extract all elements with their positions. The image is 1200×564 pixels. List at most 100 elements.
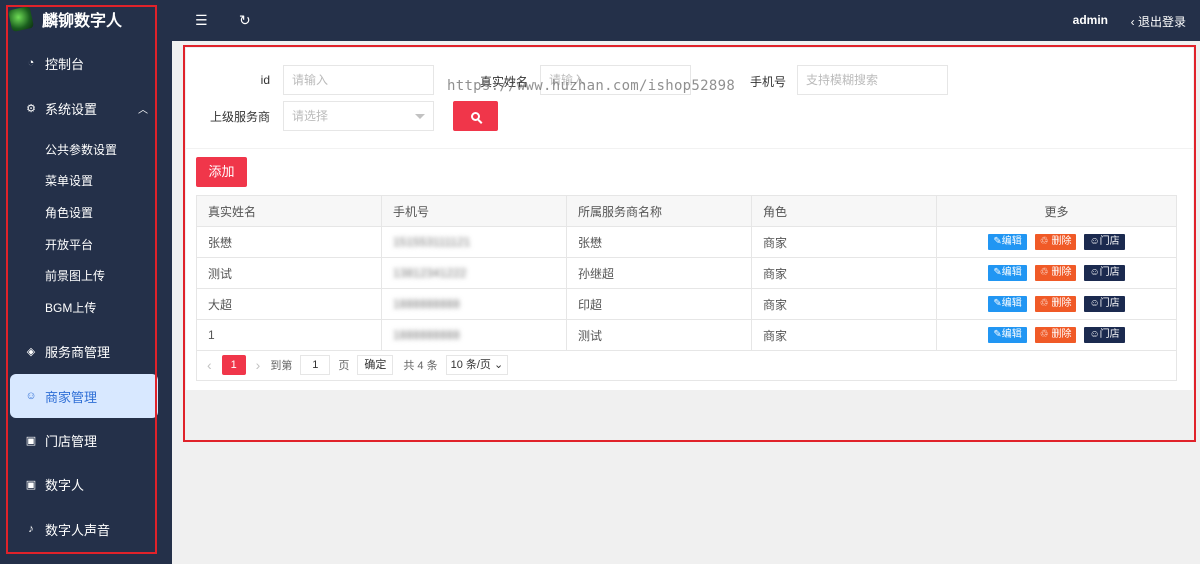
id-input[interactable]: 请输入 bbox=[283, 65, 434, 95]
trash-icon: ♲ bbox=[1039, 329, 1052, 340]
chevron-left-icon[interactable]: ‹ bbox=[207, 357, 212, 373]
table-header-row: 真实姓名 手机号 所属服务商名称 角色 更多 bbox=[196, 195, 1177, 227]
cell-provider: 测试 bbox=[566, 319, 752, 351]
cell-role: 商家 bbox=[751, 319, 937, 351]
delete-button[interactable]: ♲ 删除 bbox=[1034, 296, 1077, 312]
sidebar-item-digital-human-voice[interactable]: ♪ 数字人声音 bbox=[10, 507, 158, 551]
app-add-icon: ▣ bbox=[25, 434, 37, 447]
page-size-select[interactable]: 10 条/页 ⌄ bbox=[445, 354, 509, 375]
cell-provider: 孙继超 bbox=[566, 257, 752, 289]
store-label: 门店 bbox=[1099, 236, 1120, 247]
chevron-right-icon[interactable]: › bbox=[256, 357, 261, 373]
table-row: 张懋 151553111121 张懋 商家 ✎编辑 ♲ 删除 ☺门店 bbox=[196, 226, 1177, 258]
total-count: 共 4 条 bbox=[403, 359, 438, 372]
sidebar-subitem-open-platform[interactable]: 开放平台 bbox=[45, 237, 93, 253]
smile-icon: ☺ bbox=[1089, 329, 1100, 340]
edit-button[interactable]: ✎编辑 bbox=[988, 234, 1027, 250]
smile-icon: ☺ bbox=[1089, 298, 1100, 309]
logout-label: 退出登录 bbox=[1137, 15, 1186, 29]
edit-button[interactable]: ✎编辑 bbox=[988, 265, 1027, 281]
music-note-icon: ♪ bbox=[28, 523, 34, 535]
logout-link[interactable]: ‹ 退出登录 bbox=[1131, 13, 1186, 30]
column-header[interactable]: 所属服务商名称 bbox=[566, 195, 752, 227]
sidebar-item-system-settings[interactable]: ⚙ 系统设置 ︿ bbox=[10, 86, 158, 130]
menu-fold-icon[interactable]: ☰ bbox=[195, 12, 208, 29]
sidebar-subitem-bgm-upload[interactable]: BGM上传 bbox=[45, 300, 96, 316]
cell-name: 大超 bbox=[196, 288, 382, 320]
cell-name: 1 bbox=[196, 319, 382, 351]
parent-provider-placeholder: 请选择 bbox=[292, 109, 329, 123]
store-button[interactable]: ☺门店 bbox=[1084, 296, 1125, 312]
pencil-icon: ✎ bbox=[993, 267, 1002, 278]
chevron-up-icon: ︿ bbox=[138, 104, 148, 116]
page-size-label: 10 条/页 bbox=[450, 358, 491, 371]
delete-button[interactable]: ♲ 删除 bbox=[1034, 327, 1077, 343]
sidebar-item-label: 服务商管理 bbox=[45, 344, 111, 360]
blurred-phone: 13812341222 bbox=[393, 266, 467, 280]
delete-button[interactable]: ♲ 删除 bbox=[1034, 265, 1077, 281]
sidebar-item-label: 数字人 bbox=[45, 477, 85, 493]
phone-input[interactable]: 支持模糊搜索 bbox=[797, 65, 948, 95]
add-button[interactable]: 添加 bbox=[196, 157, 247, 187]
trash-icon: ♲ bbox=[1039, 267, 1052, 278]
store-button[interactable]: ☺门店 bbox=[1084, 234, 1125, 250]
smile-icon: ☺ bbox=[1089, 236, 1100, 247]
sidebar-subitem-public-params[interactable]: 公共参数设置 bbox=[45, 142, 117, 158]
sidebar-subitem-menu-settings[interactable]: 菜单设置 bbox=[45, 173, 93, 189]
edit-button[interactable]: ✎编辑 bbox=[988, 327, 1027, 343]
page-jump-confirm-button[interactable]: 确定 bbox=[357, 354, 394, 375]
store-button[interactable]: ☺门店 bbox=[1084, 265, 1125, 281]
merchant-table: 真实姓名 手机号 所属服务商名称 角色 更多 张懋 151553111121 张… bbox=[196, 195, 1177, 351]
page-jump-input[interactable]: 1 bbox=[300, 354, 331, 375]
store-button[interactable]: ☺门店 bbox=[1084, 327, 1125, 343]
cell-phone: 151553111121 bbox=[381, 226, 567, 258]
pagination: ‹ 1 › 到第 1 页 确定 共 4 条 10 条/页 ⌄ bbox=[196, 349, 1177, 381]
divider bbox=[186, 148, 1193, 149]
parent-provider-select[interactable]: 请选择 bbox=[283, 101, 434, 131]
diamond-icon: ◈ bbox=[26, 345, 36, 358]
pencil-icon: ✎ bbox=[993, 329, 1002, 340]
sidebar-item-label: 商家管理 bbox=[45, 389, 98, 405]
search-button[interactable] bbox=[453, 101, 498, 131]
refresh-icon[interactable]: ↻ bbox=[239, 12, 251, 29]
sidebar-item-provider-management[interactable]: ◈ 服务商管理 bbox=[10, 329, 158, 373]
edit-label: 编辑 bbox=[1001, 298, 1022, 309]
sidebar-item-dashboard[interactable]: ◔ 控制台 bbox=[10, 41, 158, 85]
cell-role: 商家 bbox=[751, 226, 937, 258]
cell-phone: 1888888888 bbox=[381, 288, 567, 320]
sidebar: 麟铆数字人 ◔ 控制台 ⚙ 系统设置 ︿ 公共参数设置 菜单设置 角色设置 开放… bbox=[0, 0, 172, 564]
store-label: 门店 bbox=[1099, 267, 1120, 278]
column-header: 更多 bbox=[936, 195, 1177, 227]
current-user[interactable]: admin bbox=[1073, 13, 1108, 27]
sidebar-item-merchant-management[interactable]: ☺ 商家管理 bbox=[10, 374, 158, 418]
sidebar-item-store-management[interactable]: ▣ 门店管理 bbox=[10, 418, 158, 462]
column-header[interactable]: 手机号 bbox=[381, 195, 567, 227]
delete-button[interactable]: ♲ 删除 bbox=[1034, 234, 1077, 250]
store-label: 门店 bbox=[1099, 329, 1120, 340]
cell-actions: ✎编辑 ♲ 删除 ☺门店 bbox=[936, 288, 1177, 320]
sidebar-item-label: 控制台 bbox=[45, 56, 85, 72]
sidebar-item-label: 门店管理 bbox=[45, 433, 98, 449]
chevron-down-icon: ⌄ bbox=[494, 358, 504, 371]
sidebar-item-digital-human[interactable]: ▣ 数字人 bbox=[10, 462, 158, 506]
column-header[interactable]: 角色 bbox=[751, 195, 937, 227]
cell-name: 张懋 bbox=[196, 226, 382, 258]
edit-label: 编辑 bbox=[1001, 236, 1022, 247]
table-row: 大超 1888888888 印超 商家 ✎编辑 ♲ 删除 ☺门店 bbox=[196, 288, 1177, 320]
watermark: https://www.huzhan.com/ishop52898 bbox=[447, 78, 736, 94]
app-logo: 麟铆数字人 bbox=[7, 5, 122, 33]
current-page[interactable]: 1 bbox=[221, 354, 246, 375]
trash-icon: ♲ bbox=[1039, 298, 1052, 309]
edit-button[interactable]: ✎编辑 bbox=[988, 296, 1027, 312]
delete-label: 删除 bbox=[1051, 329, 1072, 340]
sidebar-item-label: 数字人声音 bbox=[45, 522, 111, 538]
delete-label: 删除 bbox=[1051, 267, 1072, 278]
sidebar-subitem-role-settings[interactable]: 角色设置 bbox=[45, 205, 93, 221]
column-header[interactable]: 真实姓名 bbox=[196, 195, 382, 227]
cell-role: 商家 bbox=[751, 257, 937, 289]
table-row: 测试 13812341222 孙继超 商家 ✎编辑 ♲ 删除 ☺门店 bbox=[196, 257, 1177, 289]
cell-actions: ✎编辑 ♲ 删除 ☺门店 bbox=[936, 257, 1177, 289]
phone-label: 手机号 bbox=[749, 75, 786, 89]
smile-icon: ☺ bbox=[1089, 267, 1100, 278]
sidebar-subitem-foreground-upload[interactable]: 前景图上传 bbox=[45, 268, 105, 284]
